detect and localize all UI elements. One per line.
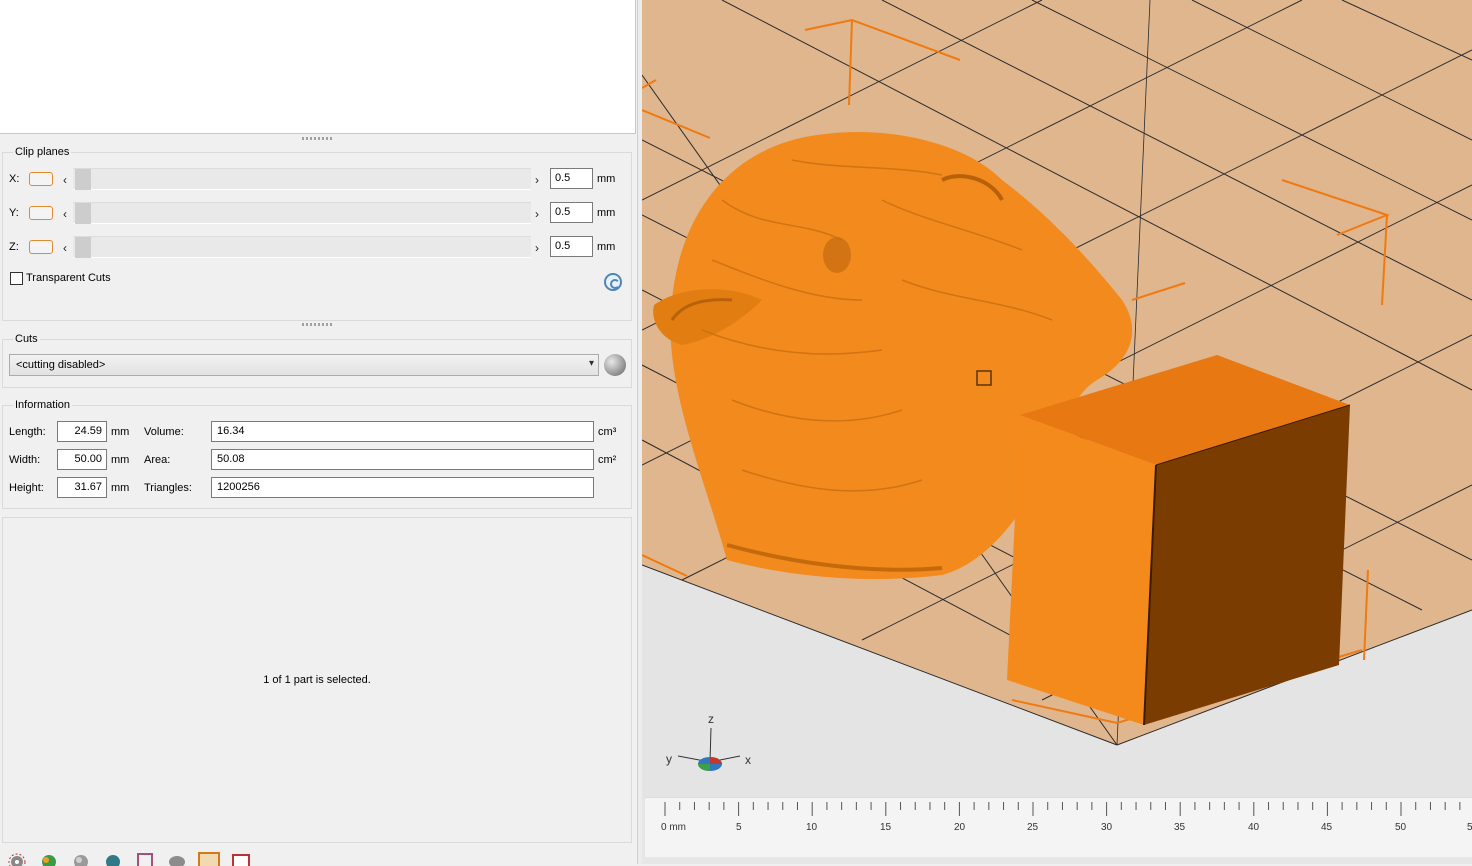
clip-z-label: Z: — [9, 241, 19, 253]
clip-x-slider-track[interactable] — [73, 168, 531, 190]
ruler-label-10: 10 — [806, 822, 818, 833]
clip-y-unit: mm — [597, 207, 616, 219]
ruler-label-20: 20 — [954, 822, 966, 833]
information-group: Information Length: 24.59 mm Width: 50.0… — [2, 399, 632, 509]
clip-x-label: X: — [9, 173, 20, 185]
clip-z-unit: mm — [597, 241, 616, 253]
cuts-dropdown-value: <cutting disabled> — [16, 359, 106, 371]
ruler-label-35: 35 — [1174, 822, 1186, 833]
clip-x-color-swatch[interactable] — [29, 172, 53, 186]
clip-planes-group: Clip planes X: ‹ › 0.5 mm Y: ‹ › 0.5 mm … — [2, 146, 632, 321]
axis-gizmo: z y x — [660, 712, 760, 782]
part-list-area — [0, 0, 636, 134]
cuts-title: Cuts — [13, 333, 40, 345]
clip-y-color-swatch[interactable] — [29, 206, 53, 220]
chevron-down-icon: ▾ — [588, 358, 594, 369]
clip-z-increase-arrow[interactable]: › — [535, 241, 539, 255]
height-label: Height: — [9, 482, 44, 494]
ruler-label-45: 45 — [1321, 822, 1333, 833]
length-unit: mm — [111, 426, 130, 438]
transparent-cuts-checkbox[interactable] — [10, 272, 23, 285]
cuts-dropdown[interactable]: <cutting disabled> ▾ — [9, 354, 599, 376]
measurement-ruler: 0 mm 5 10 15 20 25 30 35 40 45 50 5 — [645, 797, 1472, 857]
ruler-label-30: 30 — [1101, 822, 1113, 833]
ruler-label-0: 0 mm — [661, 822, 686, 833]
area-unit: cm² — [598, 454, 617, 466]
width-label: Width: — [9, 454, 41, 466]
volume-label: Volume: — [144, 426, 184, 438]
ruler-label-15: 15 — [880, 822, 892, 833]
clip-z-color-swatch[interactable] — [29, 240, 53, 254]
splitter-grip-2[interactable] — [302, 323, 332, 326]
volume-unit: cm³ — [598, 426, 617, 438]
selection-info-area: 1 of 1 part is selected. — [2, 517, 632, 843]
reset-clip-planes-icon[interactable] — [604, 273, 622, 291]
ruler-label-5: 5 — [736, 822, 742, 833]
scene-canvas — [642, 0, 1472, 800]
clip-y-increase-arrow[interactable]: › — [535, 207, 539, 221]
transparent-cuts-label: Transparent Cuts — [26, 272, 111, 284]
selection-status-text: 1 of 1 part is selected. — [263, 674, 371, 686]
height-value: 31.67 — [57, 477, 107, 498]
clip-y-value-input[interactable]: 0.5 — [550, 202, 593, 223]
height-unit: mm — [111, 482, 130, 494]
clip-x-unit: mm — [597, 173, 616, 185]
ruler-label-40: 40 — [1248, 822, 1260, 833]
information-title: Information — [13, 399, 73, 411]
cube-model — [1007, 355, 1351, 726]
clip-y-slider-thumb[interactable] — [75, 203, 91, 224]
clip-x-value-input[interactable]: 0.5 — [550, 168, 593, 189]
width-value: 50.00 — [57, 449, 107, 470]
clip-z-decrease-arrow[interactable]: ‹ — [63, 241, 67, 255]
clip-x-slider-thumb[interactable] — [75, 169, 91, 190]
clip-z-value-input[interactable]: 0.5 — [550, 236, 593, 257]
clip-y-decrease-arrow[interactable]: ‹ — [63, 207, 67, 221]
triangles-value: 1200256 — [211, 477, 594, 498]
ruler-label-55: 5 — [1467, 822, 1472, 833]
volume-value: 16.34 — [211, 421, 594, 442]
area-label: Area: — [144, 454, 171, 466]
ruler-label-25: 25 — [1027, 822, 1039, 833]
ruler-ticks — [664, 802, 1461, 816]
clip-z-slider-track[interactable] — [73, 236, 531, 258]
clip-z-slider-thumb[interactable] — [75, 237, 91, 258]
properties-panel: Clip planes X: ‹ › 0.5 mm Y: ‹ › 0.5 mm … — [0, 0, 637, 866]
clip-y-slider-track[interactable] — [73, 202, 531, 224]
bottom-toolbar — [0, 848, 637, 866]
cut-sphere-icon[interactable] — [604, 354, 626, 376]
length-value: 24.59 — [57, 421, 107, 442]
clip-x-decrease-arrow[interactable]: ‹ — [63, 173, 67, 187]
area-value: 50.08 — [211, 449, 594, 470]
clip-planes-title: Clip planes — [13, 146, 72, 158]
width-unit: mm — [111, 454, 130, 466]
3d-viewport[interactable]: z y x — [642, 0, 1472, 864]
clip-y-label: Y: — [9, 207, 19, 219]
clip-x-increase-arrow[interactable]: › — [535, 173, 539, 187]
ruler-label-50: 50 — [1395, 822, 1407, 833]
length-label: Length: — [9, 426, 46, 438]
triangles-label: Triangles: — [144, 482, 192, 494]
cuts-group: Cuts <cutting disabled> ▾ — [2, 333, 632, 388]
splitter-grip[interactable] — [302, 137, 332, 140]
